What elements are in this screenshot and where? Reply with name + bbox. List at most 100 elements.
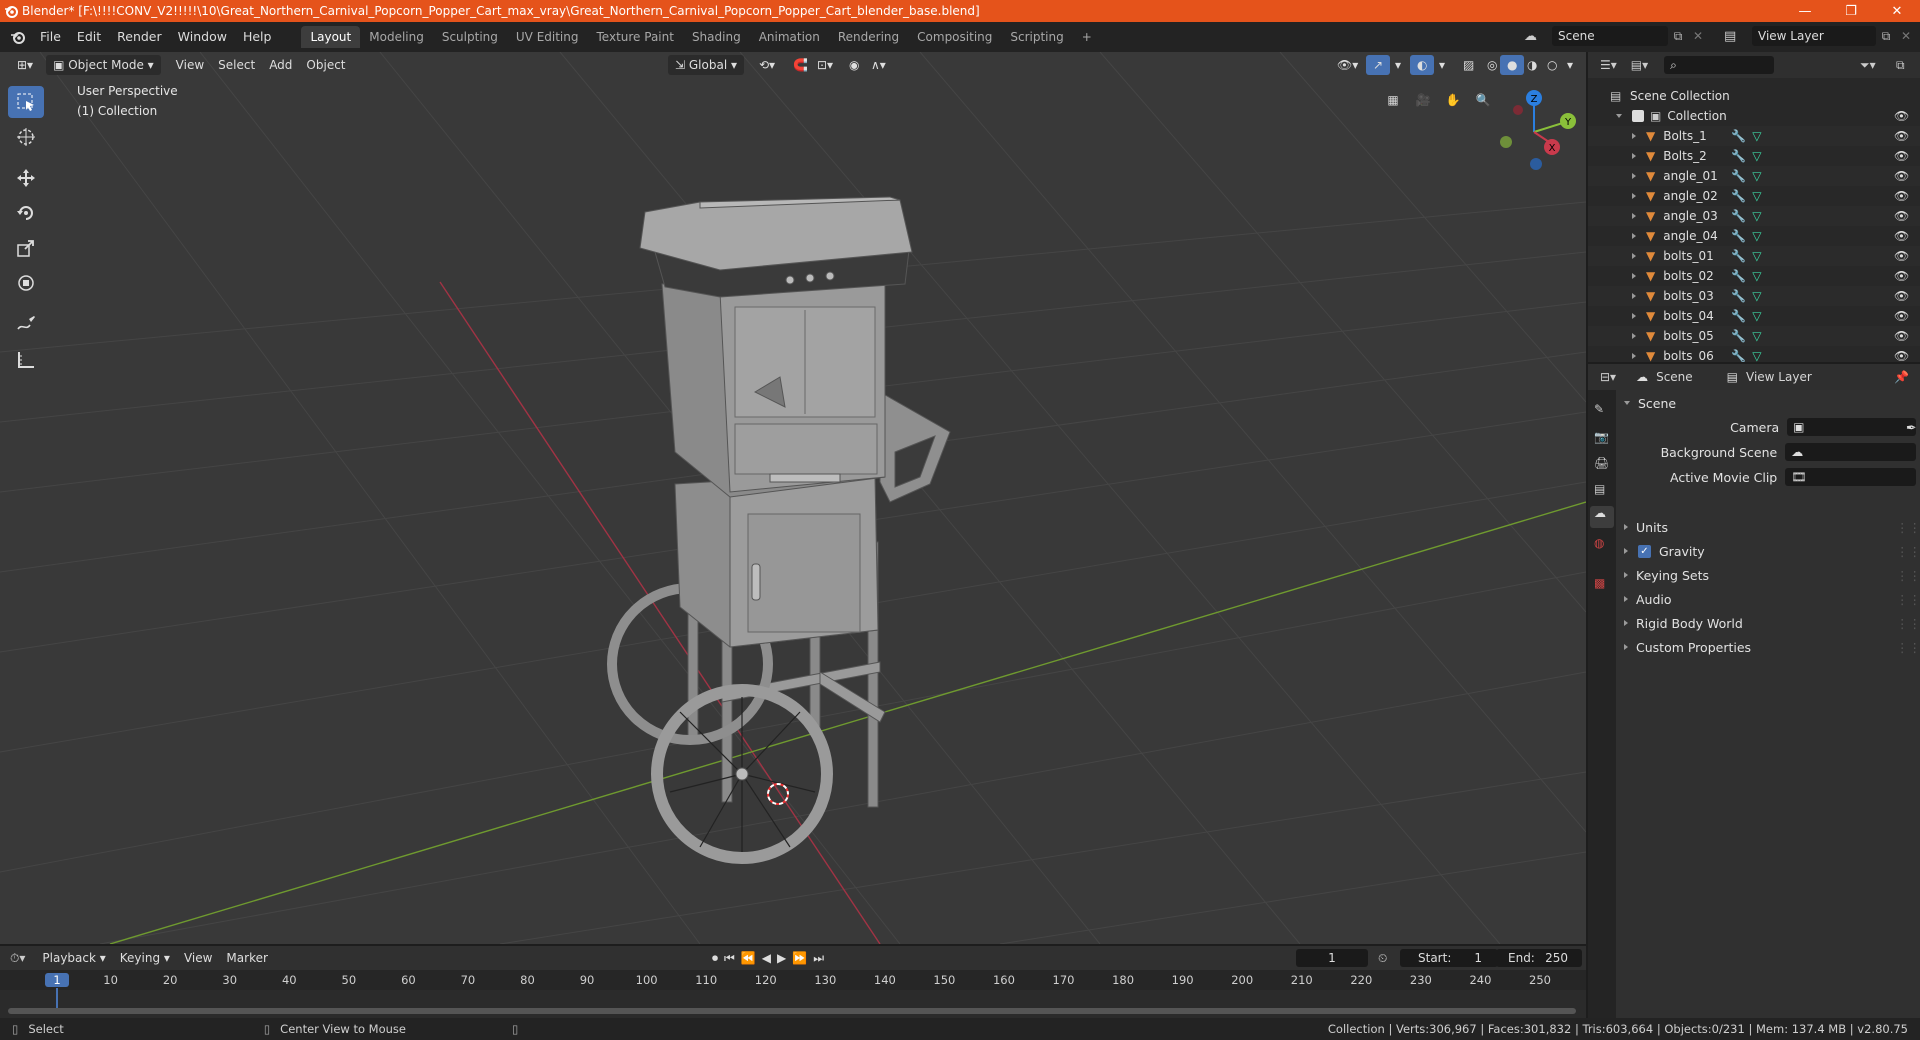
play-reverse-icon[interactable]: ◀ (762, 951, 771, 966)
select-box-tool[interactable] (8, 86, 44, 118)
viewlayer-name-field[interactable]: View Layer (1752, 26, 1876, 46)
drag-handle-icon[interactable]: ⋮⋮ (1896, 592, 1920, 607)
tab-uv-editing[interactable]: UV Editing (507, 26, 588, 48)
playhead[interactable] (56, 988, 58, 1010)
current-frame-field[interactable]: 1 (1296, 949, 1368, 967)
camera-view-icon[interactable]: 🎥 (1410, 87, 1436, 113)
gizmo-dropdown-icon[interactable]: ▾ (1388, 55, 1408, 75)
item-visibility-icon[interactable]: 👁 (1894, 189, 1909, 203)
timeline-view-menu[interactable]: View (177, 948, 219, 968)
item-visibility-icon[interactable]: 👁 (1894, 269, 1909, 283)
maximize-button[interactable]: ❐ (1828, 0, 1874, 22)
transform-tool[interactable] (8, 267, 44, 299)
keying-menu[interactable]: Keying ▾ (113, 948, 177, 968)
overlay-dropdown-icon[interactable]: ▾ (1432, 55, 1452, 75)
gravity-checkbox[interactable]: ✓ (1638, 544, 1651, 558)
new-collection-icon[interactable]: ⧉ (1896, 58, 1905, 73)
modifier-wrench-icon[interactable]: 🔧 (1731, 269, 1746, 283)
drag-handle-icon[interactable]: ⋮⋮ (1896, 640, 1920, 655)
modifier-wrench-icon[interactable]: 🔧 (1731, 309, 1746, 323)
pan-view-icon[interactable]: ✋ (1440, 87, 1466, 113)
tab-compositing[interactable]: Compositing (908, 26, 1001, 48)
viewport-scene[interactable] (0, 52, 1586, 944)
expand-icon[interactable] (1632, 273, 1636, 279)
playback-menu[interactable]: Playback ▾ (35, 948, 112, 968)
properties-section-keying-sets[interactable]: Keying Sets ⋮⋮ (1624, 564, 1920, 586)
mesh-data-icon[interactable]: ▽ (1752, 269, 1761, 283)
visibility-icon[interactable]: 👁▾ (1330, 55, 1365, 75)
menu-help[interactable]: Help (235, 26, 280, 48)
expand-icon[interactable] (1632, 133, 1636, 139)
3d-cursor-icon[interactable] (767, 783, 789, 805)
object-mode-dropdown[interactable]: ▣ Object Mode ▾ (46, 55, 161, 75)
object-menu[interactable]: Object (299, 55, 352, 75)
overlay-toggle-icon[interactable]: ◐ (1410, 55, 1435, 75)
scene-browse-icon[interactable]: ☁ (1524, 29, 1552, 44)
background-scene-field[interactable]: ☁ (1785, 443, 1916, 461)
outliner-search-input[interactable]: ⌕ (1664, 56, 1775, 74)
mesh-data-icon[interactable]: ▽ (1752, 149, 1761, 163)
expand-icon[interactable] (1632, 253, 1636, 259)
expand-icon[interactable] (1632, 233, 1636, 239)
shading-dropdown-icon[interactable]: ▾ (1560, 55, 1580, 75)
properties-editor-icon[interactable]: ⊟▾ (1600, 370, 1616, 384)
mesh-data-icon[interactable]: ▽ (1752, 329, 1761, 343)
outliner-item[interactable]: ▼ bolts_02 🔧 ▽ 👁 (1588, 266, 1920, 286)
outliner-item[interactable]: ▼ angle_02 🔧 ▽ 👁 (1588, 186, 1920, 206)
render-properties-tab-icon[interactable]: 📷 (1594, 430, 1609, 444)
gizmo-toggle-icon[interactable]: ↗ (1366, 55, 1391, 75)
camera-field[interactable]: ▣ (1787, 418, 1916, 436)
toggle-ortho-icon[interactable]: ▦ (1380, 87, 1406, 113)
preview-range-icon[interactable]: ⏲ (1378, 951, 1387, 966)
close-button[interactable]: ✕ (1874, 0, 1920, 22)
tab-scripting[interactable]: Scripting (1001, 26, 1072, 48)
modifier-wrench-icon[interactable]: 🔧 (1731, 129, 1746, 143)
mesh-data-icon[interactable]: ▽ (1752, 249, 1761, 263)
item-visibility-icon[interactable]: 👁 (1894, 249, 1909, 263)
viewlayer-tab-label[interactable]: View Layer (1746, 370, 1812, 384)
mesh-data-icon[interactable]: ▽ (1752, 189, 1761, 203)
start-frame-field[interactable]: Start: 1 (1400, 949, 1498, 967)
eyedropper-icon[interactable]: ✒ (1906, 420, 1916, 435)
menu-file[interactable]: File (32, 26, 69, 48)
tab-layout[interactable]: Layout (301, 26, 361, 48)
item-visibility-icon[interactable]: 👁 (1894, 309, 1909, 323)
item-visibility-icon[interactable]: 👁 (1894, 209, 1909, 223)
outliner-item[interactable]: ▼ angle_01 🔧 ▽ 👁 (1588, 166, 1920, 186)
tab-modeling[interactable]: Modeling (360, 26, 433, 48)
properties-section-gravity[interactable]: ✓ Gravity ⋮⋮ (1624, 540, 1920, 562)
item-visibility-icon[interactable]: 👁 (1894, 349, 1909, 362)
scale-tool[interactable] (8, 232, 44, 264)
tab-shading[interactable]: Shading (683, 26, 750, 48)
output-properties-tab-icon[interactable]: 🖨 (1594, 456, 1609, 470)
move-tool[interactable] (8, 162, 44, 194)
timeline-editor-icon[interactable]: ⏱▾ (10, 951, 25, 966)
tab-animation[interactable]: Animation (750, 26, 829, 48)
drag-handle-icon[interactable]: ⋮⋮ (1896, 544, 1920, 559)
outliner-item[interactable]: ▼ angle_03 🔧 ▽ 👁 (1588, 206, 1920, 226)
end-frame-field[interactable]: End: 250 (1496, 949, 1582, 967)
modifier-wrench-icon[interactable]: 🔧 (1731, 189, 1746, 203)
item-visibility-icon[interactable]: 👁 (1894, 329, 1909, 343)
expand-icon[interactable] (1632, 333, 1636, 339)
modifier-wrench-icon[interactable]: 🔧 (1731, 229, 1746, 243)
jump-keyframe-forward-icon[interactable]: ⏩ (792, 951, 807, 966)
outliner-editor-icon[interactable]: ☰▾ (1600, 58, 1617, 72)
menu-edit[interactable]: Edit (69, 26, 109, 48)
modifier-wrench-icon[interactable]: 🔧 (1731, 329, 1746, 343)
menu-window[interactable]: Window (170, 26, 235, 48)
expand-icon[interactable] (1632, 153, 1636, 159)
falloff-icon[interactable]: ∧▾ (864, 55, 893, 75)
modifier-wrench-icon[interactable]: 🔧 (1731, 349, 1746, 362)
scene-remove-icon[interactable]: ✕ (1688, 29, 1708, 43)
marker-menu[interactable]: Marker (219, 948, 274, 968)
mesh-data-icon[interactable]: ▽ (1752, 349, 1761, 362)
pin-icon[interactable]: 📌 (1894, 370, 1909, 384)
popcorn-cart-model[interactable] (607, 196, 951, 864)
mesh-data-icon[interactable]: ▽ (1752, 309, 1761, 323)
modifier-wrench-icon[interactable]: 🔧 (1731, 169, 1746, 183)
item-visibility-icon[interactable]: 👁 (1894, 149, 1909, 163)
scene-new-icon[interactable]: ⧉ (1668, 29, 1688, 44)
outliner-item[interactable]: ▼ bolts_05 🔧 ▽ 👁 (1588, 326, 1920, 346)
properties-section-audio[interactable]: Audio ⋮⋮ (1624, 588, 1920, 610)
